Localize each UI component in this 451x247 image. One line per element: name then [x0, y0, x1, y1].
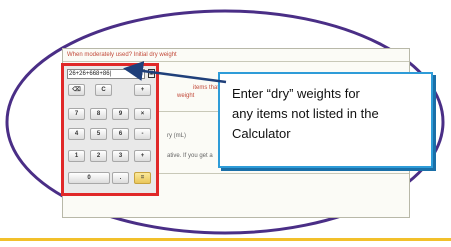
calculator-icon[interactable]: ▦	[148, 69, 155, 78]
add-button[interactable]: +	[134, 84, 151, 96]
form-text-line: ative. If you get a	[167, 153, 213, 159]
multiply-button[interactable]: ×	[134, 108, 151, 120]
form-text-line: weight	[177, 93, 195, 99]
digit-1-button[interactable]: 1	[68, 150, 85, 162]
digit-9-button[interactable]: 9	[112, 108, 129, 120]
digit-8-button[interactable]: 8	[90, 108, 107, 120]
subtract-button[interactable]: -	[134, 128, 151, 140]
form-text-line: When moderately used? Initial dry weight	[67, 52, 177, 58]
digit-5-button[interactable]: 5	[90, 128, 107, 140]
bottom-divider	[0, 238, 451, 241]
instruction-callout: Enter “dry” weights for any items not li…	[218, 72, 433, 168]
callout-line-3: Calculator	[232, 126, 291, 141]
form-divider	[63, 61, 409, 62]
digit-4-button[interactable]: 4	[68, 128, 85, 140]
backspace-button[interactable]: ⌫	[68, 84, 85, 96]
calculator-display[interactable]: 26+26+668+86|	[67, 69, 145, 79]
clear-button[interactable]: C	[95, 84, 112, 96]
calculator-widget: 26+26+668+86| ▦ ⌫ C + 7 8 9 × 4 5 6 - 1 …	[61, 63, 159, 196]
digit-6-button[interactable]: 6	[112, 128, 129, 140]
form-text-line: ry (mL)	[167, 133, 186, 139]
digit-0-button[interactable]: 0	[68, 172, 110, 184]
equals-button[interactable]: =	[134, 172, 151, 184]
decimal-button[interactable]: .	[112, 172, 129, 184]
plus-button[interactable]: +	[134, 150, 151, 162]
digit-7-button[interactable]: 7	[68, 108, 85, 120]
digit-3-button[interactable]: 3	[112, 150, 129, 162]
callout-line-2: any items not listed in the	[232, 106, 379, 121]
callout-line-1: Enter “dry” weights for	[232, 86, 360, 101]
digit-2-button[interactable]: 2	[90, 150, 107, 162]
